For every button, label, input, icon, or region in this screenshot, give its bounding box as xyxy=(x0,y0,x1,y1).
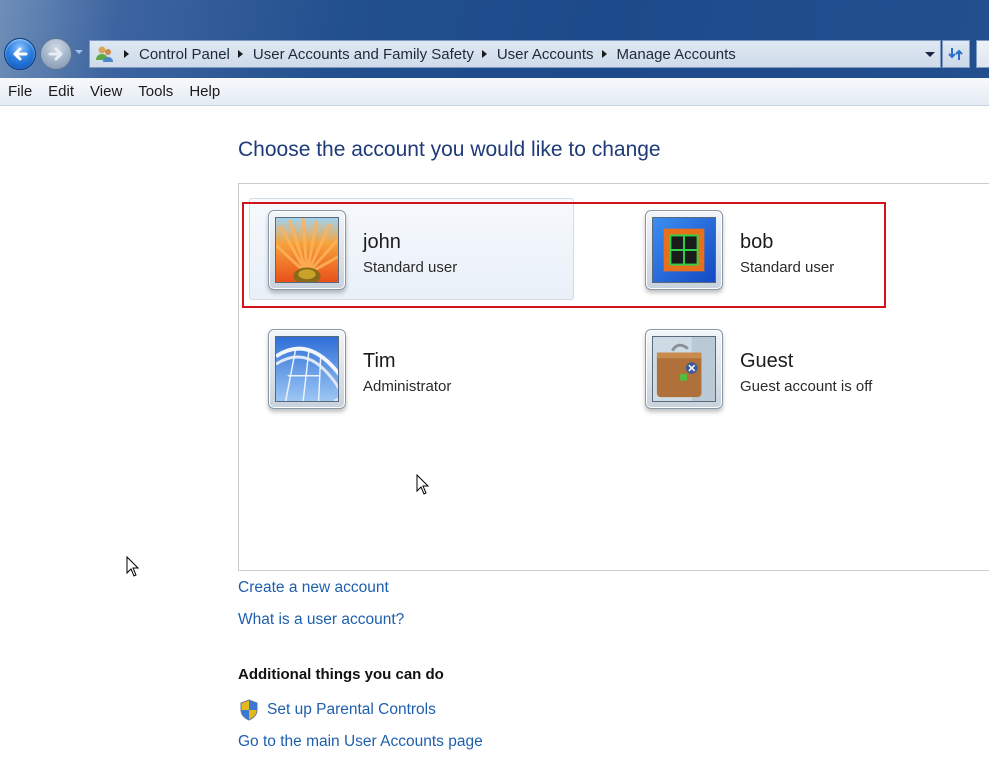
breadcrumb-separator[interactable] xyxy=(237,50,243,58)
breadcrumb-manage-accounts[interactable]: Manage Accounts xyxy=(617,46,736,63)
account-picture xyxy=(268,329,346,409)
uac-shield-icon xyxy=(239,699,259,721)
back-button[interactable] xyxy=(4,38,36,70)
account-picture xyxy=(268,210,346,290)
user-accounts-icon xyxy=(94,44,116,64)
menu-file[interactable]: File xyxy=(8,83,32,100)
mouse-cursor-icon xyxy=(416,474,430,495)
account-type: Standard user xyxy=(740,259,835,276)
account-name: Guest xyxy=(740,350,794,372)
breadcrumb-user-accounts-family-safety[interactable]: User Accounts and Family Safety xyxy=(253,46,474,63)
green-window-picture xyxy=(652,217,716,283)
address-bar[interactable]: Control Panel User Accounts and Family S… xyxy=(89,40,941,68)
menu-view[interactable]: View xyxy=(90,83,122,100)
recent-pages-dropdown[interactable] xyxy=(75,50,83,54)
account-tile-guest[interactable]: Guest Guest account is off xyxy=(626,317,951,419)
menu-tools[interactable]: Tools xyxy=(138,83,173,100)
menu-bar: File Edit View Tools Help xyxy=(0,78,989,106)
account-name: bob xyxy=(740,231,774,253)
breadcrumb-separator[interactable] xyxy=(601,50,607,58)
account-name: john xyxy=(363,231,401,253)
account-type: Administrator xyxy=(363,378,452,395)
arrow-right-icon xyxy=(48,47,63,61)
account-picture xyxy=(645,210,723,290)
additional-things-heading: Additional things you can do xyxy=(238,666,444,683)
account-tile-tim[interactable]: Tim Administrator xyxy=(249,317,574,419)
account-picture xyxy=(645,329,723,409)
breadcrumb-user-accounts[interactable]: User Accounts xyxy=(497,46,594,63)
accounts-panel: john Standard user bob Standard user Tim… xyxy=(238,183,989,571)
account-type: Guest account is off xyxy=(740,378,873,395)
menu-help[interactable]: Help xyxy=(189,83,220,100)
account-tile-bob[interactable]: bob Standard user xyxy=(626,198,951,300)
address-history-dropdown[interactable] xyxy=(920,41,940,67)
roller-coaster-picture xyxy=(275,336,339,402)
account-tile-john[interactable]: john Standard user xyxy=(249,198,574,300)
what-is-user-account-link[interactable]: What is a user account? xyxy=(238,611,404,629)
parental-controls-link[interactable]: Set up Parental Controls xyxy=(267,701,436,719)
page-title: Choose the account you would like to cha… xyxy=(238,138,661,161)
create-new-account-link[interactable]: Create a new account xyxy=(238,579,389,597)
forward-button[interactable] xyxy=(40,38,72,70)
breadcrumb-separator[interactable] xyxy=(481,50,487,58)
refresh-button[interactable] xyxy=(942,40,970,68)
main-user-accounts-page-link[interactable]: Go to the main User Accounts page xyxy=(238,733,483,751)
window-title-bar: Control Panel User Accounts and Family S… xyxy=(0,0,989,78)
breadcrumb-separator[interactable] xyxy=(124,50,129,58)
account-type: Standard user xyxy=(363,259,458,276)
refresh-icon xyxy=(948,48,963,60)
account-name: Tim xyxy=(363,350,396,372)
breadcrumb-control-panel[interactable]: Control Panel xyxy=(139,46,230,63)
suitcase-picture xyxy=(652,336,716,402)
arrow-left-icon xyxy=(13,47,28,61)
search-box[interactable] xyxy=(976,40,989,68)
menu-edit[interactable]: Edit xyxy=(48,83,74,100)
orange-flower-picture xyxy=(275,217,339,283)
mouse-cursor-icon xyxy=(126,556,140,577)
